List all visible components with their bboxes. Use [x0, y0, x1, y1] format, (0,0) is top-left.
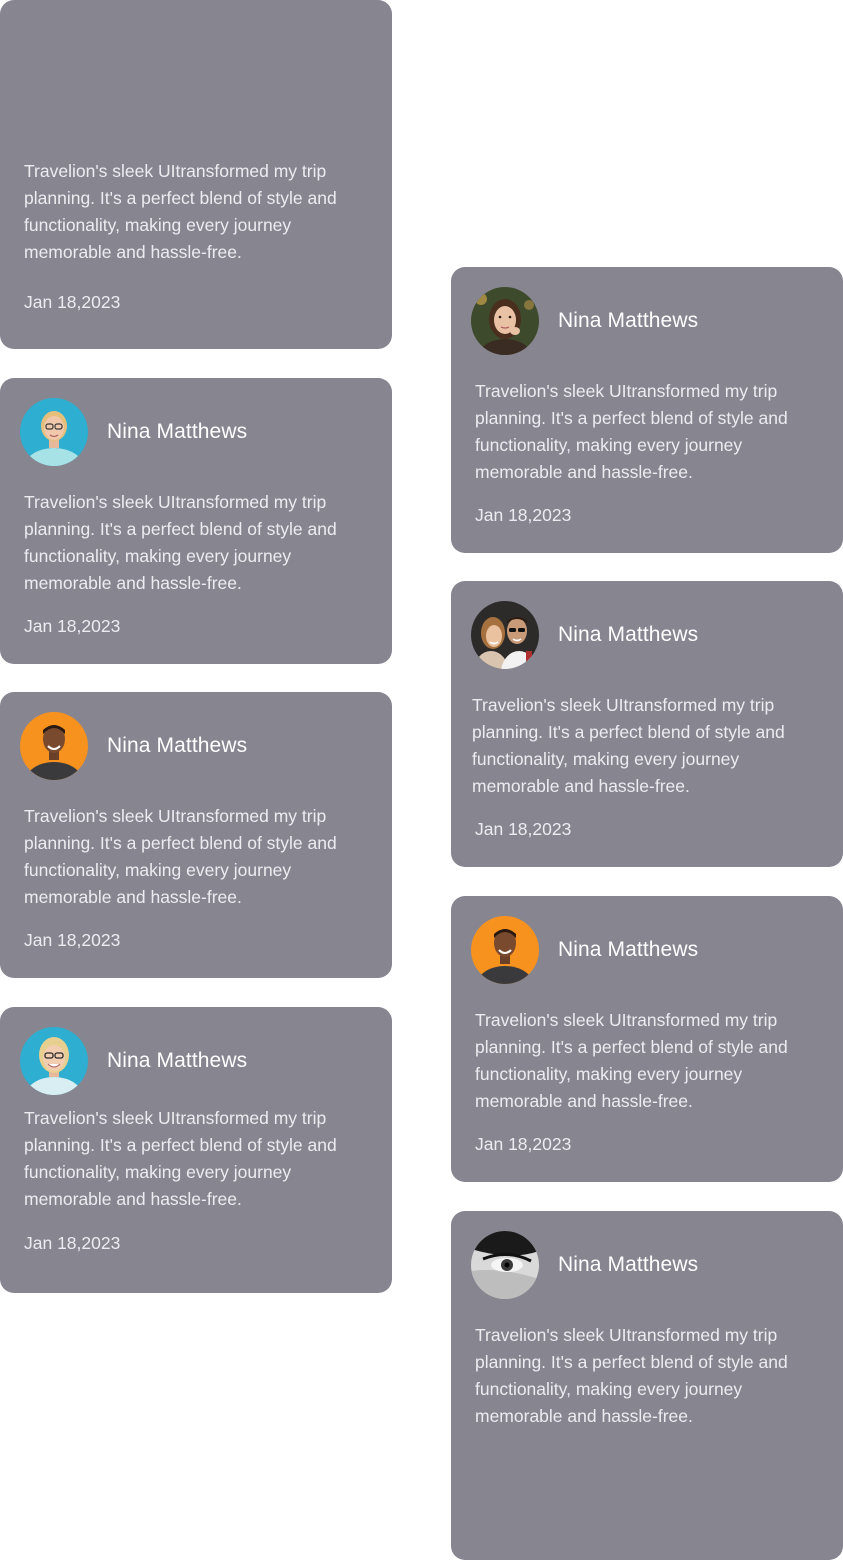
testimonial-date: Jan 18,2023 — [24, 930, 121, 950]
avatar — [471, 916, 539, 984]
avatar-man-orange-background-icon — [20, 712, 88, 780]
testimonial-text: Travelion's sleek UItransformed my trip … — [472, 695, 785, 796]
testimonial-date: Jan 18,2023 — [475, 819, 572, 839]
testimonial-header: Nina Matthews — [20, 1027, 247, 1095]
testimonial-text: Travelion's sleek UItransformed my trip … — [24, 492, 337, 593]
avatar — [20, 398, 88, 466]
testimonial-date: Jan 18,2023 — [475, 505, 572, 525]
reviewer-name: Nina Matthews — [558, 309, 699, 332]
testimonial-card: Nina Matthews Travelion's sleek UItransf… — [451, 896, 843, 1182]
avatar — [471, 287, 539, 355]
testimonial-text: Travelion's sleek UItransformed my trip … — [475, 381, 788, 482]
testimonial-card: Nina Matthews Travelion's sleek UItransf… — [451, 267, 843, 553]
testimonial-text: Travelion's sleek UItransformed my trip … — [24, 161, 337, 262]
avatar-man-orange-background-icon — [471, 916, 539, 984]
testimonial-header: Nina Matthews — [471, 916, 698, 984]
avatar — [471, 601, 539, 669]
testimonial-header: Nina Matthews — [471, 287, 698, 355]
testimonial-card: Travelion's sleek UItransformed my trip … — [0, 0, 392, 349]
avatar-black-white-eye-icon — [471, 1231, 539, 1299]
reviewer-name: Nina Matthews — [107, 1049, 248, 1072]
testimonial-date: Jan 18,2023 — [475, 1134, 572, 1154]
reviewer-name: Nina Matthews — [558, 938, 699, 961]
testimonial-text: Travelion's sleek UItransformed my trip … — [475, 1010, 788, 1111]
testimonial-date: Jan 18,2023 — [24, 616, 121, 636]
testimonial-card: Nina Matthews Travelion's sleek UItransf… — [0, 1007, 392, 1293]
reviewer-name: Nina Matthews — [107, 420, 248, 443]
testimonial-header: Nina Matthews — [471, 1231, 698, 1299]
testimonial-header: Nina Matthews — [20, 398, 247, 466]
avatar-smiling-woman-glasses-icon — [20, 1027, 88, 1095]
avatar-couple-selfie-icon — [471, 601, 539, 669]
testimonial-card: Nina Matthews Travelion's sleek UItransf… — [0, 378, 392, 664]
avatar — [20, 712, 88, 780]
testimonial-text: Travelion's sleek UItransformed my trip … — [475, 1325, 788, 1426]
reviewer-name: Nina Matthews — [107, 734, 248, 757]
avatar-blonde-woman-glasses-icon — [20, 398, 88, 466]
testimonial-text: Travelion's sleek UItransformed my trip … — [24, 806, 337, 907]
testimonial-date: Jan 18,2023 — [24, 292, 121, 312]
testimonial-card: Nina Matthews Travelion's sleek UItransf… — [451, 1211, 843, 1560]
avatar — [471, 1231, 539, 1299]
reviewer-name: Nina Matthews — [558, 623, 699, 646]
avatar-dark-hair-woman-icon — [471, 287, 539, 355]
reviewer-name: Nina Matthews — [558, 1253, 699, 1276]
testimonial-text: Travelion's sleek UItransformed my trip … — [24, 1108, 337, 1209]
testimonial-card: Nina Matthews Travelion's sleek UItransf… — [0, 692, 392, 978]
testimonial-header: Nina Matthews — [471, 601, 698, 669]
avatar — [20, 1027, 88, 1095]
testimonial-card: Nina Matthews Travelion's sleek UItransf… — [451, 581, 843, 867]
testimonial-header: Nina Matthews — [20, 712, 247, 780]
testimonial-date: Jan 18,2023 — [24, 1233, 121, 1253]
